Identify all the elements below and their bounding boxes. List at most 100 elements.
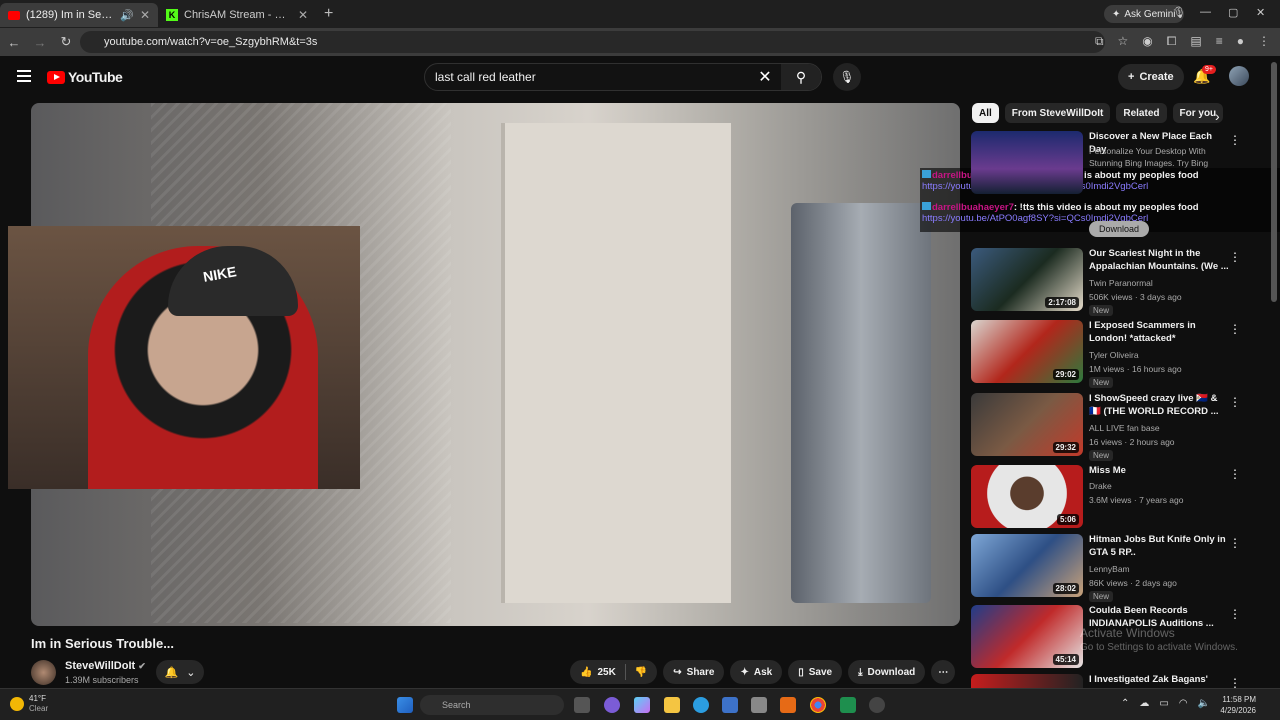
sidebar-video[interactable]: I Investigated Zak Bagans' ⋮ [971,674,1261,688]
obs-icon[interactable] [869,697,885,713]
edge-icon[interactable] [693,697,709,713]
account-avatar[interactable] [1229,66,1249,86]
close-window-button[interactable]: ✕ [1256,6,1265,19]
share-label: Share [686,666,715,678]
chip-from-channel[interactable]: From SteveWillDoIt [1004,103,1111,123]
search-input[interactable] [425,70,749,84]
more-options-icon[interactable]: ⋮ [1229,395,1241,409]
more-options-icon[interactable]: ⋮ [1229,536,1241,550]
chip-related[interactable]: Related [1116,103,1167,123]
sparkle-icon: ✦ [740,666,749,678]
channel-name[interactable]: SteveWillDoIt ✔ [65,660,146,672]
sidebar-video[interactable]: 28:02 Hitman Jobs But Knife Only in GTA … [971,534,1261,602]
more-options-icon[interactable]: ⋮ [1229,607,1241,621]
sidebar-video[interactable]: 29:32 I ShowSpeed crazy live 🇸🇽 & 🇫🇷 (TH… [971,393,1261,461]
close-tab-icon[interactable]: ✕ [298,8,308,22]
puzzle-icon[interactable]: ⧠ [1167,34,1177,49]
record-icon[interactable]: 🎙 [1172,6,1186,19]
forward-icon[interactable]: → [28,35,52,50]
thumbs-up-icon[interactable]: 👍 [580,667,592,678]
windows-start-icon[interactable] [397,697,413,713]
share-button[interactable]: ↪ Share [663,660,725,684]
taskbar-search[interactable]: Search [420,695,564,715]
new-tab-button[interactable]: + [324,5,333,23]
channel-avatar[interactable] [31,660,56,685]
video-meta: 16 views · 2 hours ago [1089,437,1175,447]
close-tab-icon[interactable]: ✕ [140,8,150,22]
page-scrollbar[interactable] [1271,62,1277,302]
create-button[interactable]: + Create [1118,64,1184,90]
chrome-menu-icon[interactable]: ⋮ [1258,34,1270,49]
save-label: Save [808,666,833,678]
more-options-icon[interactable]: ⋮ [1229,133,1241,147]
more-icon: ⋯ [938,666,949,678]
more-options-icon[interactable]: ⋮ [1229,676,1241,688]
back-icon[interactable]: ← [2,35,26,50]
battery-icon[interactable]: ▭ [1159,698,1168,709]
tab-title: ChrisAM Stream - Watch Live o [184,9,292,21]
taskbar-clock[interactable]: 11:58 PM 4/29/2026 [1220,694,1256,716]
voice-search-button[interactable]: 🎙 [833,63,861,91]
app-icon[interactable] [634,697,650,713]
more-options-icon[interactable]: ⋮ [1229,467,1241,481]
ask-button[interactable]: ✦ Ask [730,660,783,684]
like-dislike-button[interactable]: 👍 25K 👎 [570,660,658,684]
video-channel: Tyler Oliveira [1089,350,1139,360]
chrome-icon[interactable] [810,697,826,713]
download-button[interactable]: ⤓ Download [848,660,926,684]
download-label: Download [867,666,916,678]
save-button[interactable]: ▯ Save [788,660,843,684]
tab-youtube[interactable]: (1289) Im in Serious Trouble 🔊 ✕ [0,3,158,27]
more-options-icon[interactable]: ⋮ [1229,322,1241,336]
vlc-icon[interactable] [780,697,796,713]
video-duration: 2:17:08 [1045,297,1079,308]
minimize-button[interactable]: — [1200,6,1211,18]
more-options-icon[interactable]: ⋮ [1229,250,1241,264]
youtube-play-icon [47,70,65,84]
subscribed-button[interactable]: 🔔 ⌄ [156,660,204,684]
url-field[interactable]: youtube.com/watch?v=oe_SzgybhRM&t=3s [80,31,1105,53]
hamburger-menu-icon[interactable] [17,70,31,82]
file-explorer-icon[interactable] [664,697,680,713]
reading-mode-icon[interactable]: ▤ [1190,34,1201,49]
maximize-button[interactable]: ▢ [1228,6,1238,19]
ad-description: Personalize Your Desktop With Stunning B… [1089,146,1209,168]
video-title: Our Scariest Night in the Appalachian Mo… [1089,248,1229,272]
audio-icon[interactable]: 🔊 [120,9,134,22]
search-button[interactable]: ⚲ [781,64,821,90]
task-view-icon[interactable] [574,697,590,713]
ad-download-button[interactable]: Download [1089,221,1150,237]
sidebar-video[interactable]: 5:06 Miss Me Drake 3.6M views · 7 years … [971,465,1261,529]
tab-chrisam-stream[interactable]: K ChrisAM Stream - Watch Live o ✕ [158,3,316,27]
ad-item[interactable]: Discover a New Place Each Day Personaliz… [971,131,1261,241]
profile-icon[interactable]: ● [1237,34,1244,49]
video-thumbnail: 29:32 [971,393,1083,456]
sidebar-video[interactable]: 29:02 I Exposed Scammers in London! *att… [971,320,1261,388]
chevron-up-icon[interactable]: ⌃ [1121,698,1129,709]
reload-icon[interactable]: ↻ [54,34,78,50]
extension-icon[interactable]: ◉ [1142,34,1152,49]
youtube-logo[interactable]: YouTube [47,69,123,85]
weather-widget[interactable]: 41°F Clear [10,694,48,714]
media-icon[interactable]: ≡ [1216,34,1223,49]
video-duration: 29:32 [1052,442,1079,453]
chip-all[interactable]: All [972,103,999,123]
wifi-icon[interactable]: ◠ [1179,698,1188,709]
thumbs-down-icon[interactable]: 👎 [635,667,647,678]
video-channel: ALL LIVE fan base [1089,423,1160,433]
sidebar-video[interactable]: 2:17:08 Our Scariest Night in the Appala… [971,248,1261,316]
volume-icon[interactable]: 🔈 [1198,698,1210,709]
chevron-right-icon[interactable]: › [1215,108,1220,124]
copilot-icon[interactable] [604,697,620,713]
app-icon[interactable] [751,697,767,713]
install-icon[interactable]: ⧉ [1095,34,1104,49]
share-icon: ↪ [673,666,682,678]
clear-search-icon[interactable]: ✕ [749,67,781,87]
verified-icon: ✔ [138,661,146,671]
more-actions-button[interactable]: ⋯ [931,660,956,684]
store-icon[interactable] [722,697,738,713]
kick-favicon-icon: K [166,9,178,21]
bookmark-star-icon[interactable]: ☆ [1118,34,1129,49]
cloud-icon[interactable]: ☁ [1139,698,1149,709]
excel-icon[interactable] [840,697,856,713]
